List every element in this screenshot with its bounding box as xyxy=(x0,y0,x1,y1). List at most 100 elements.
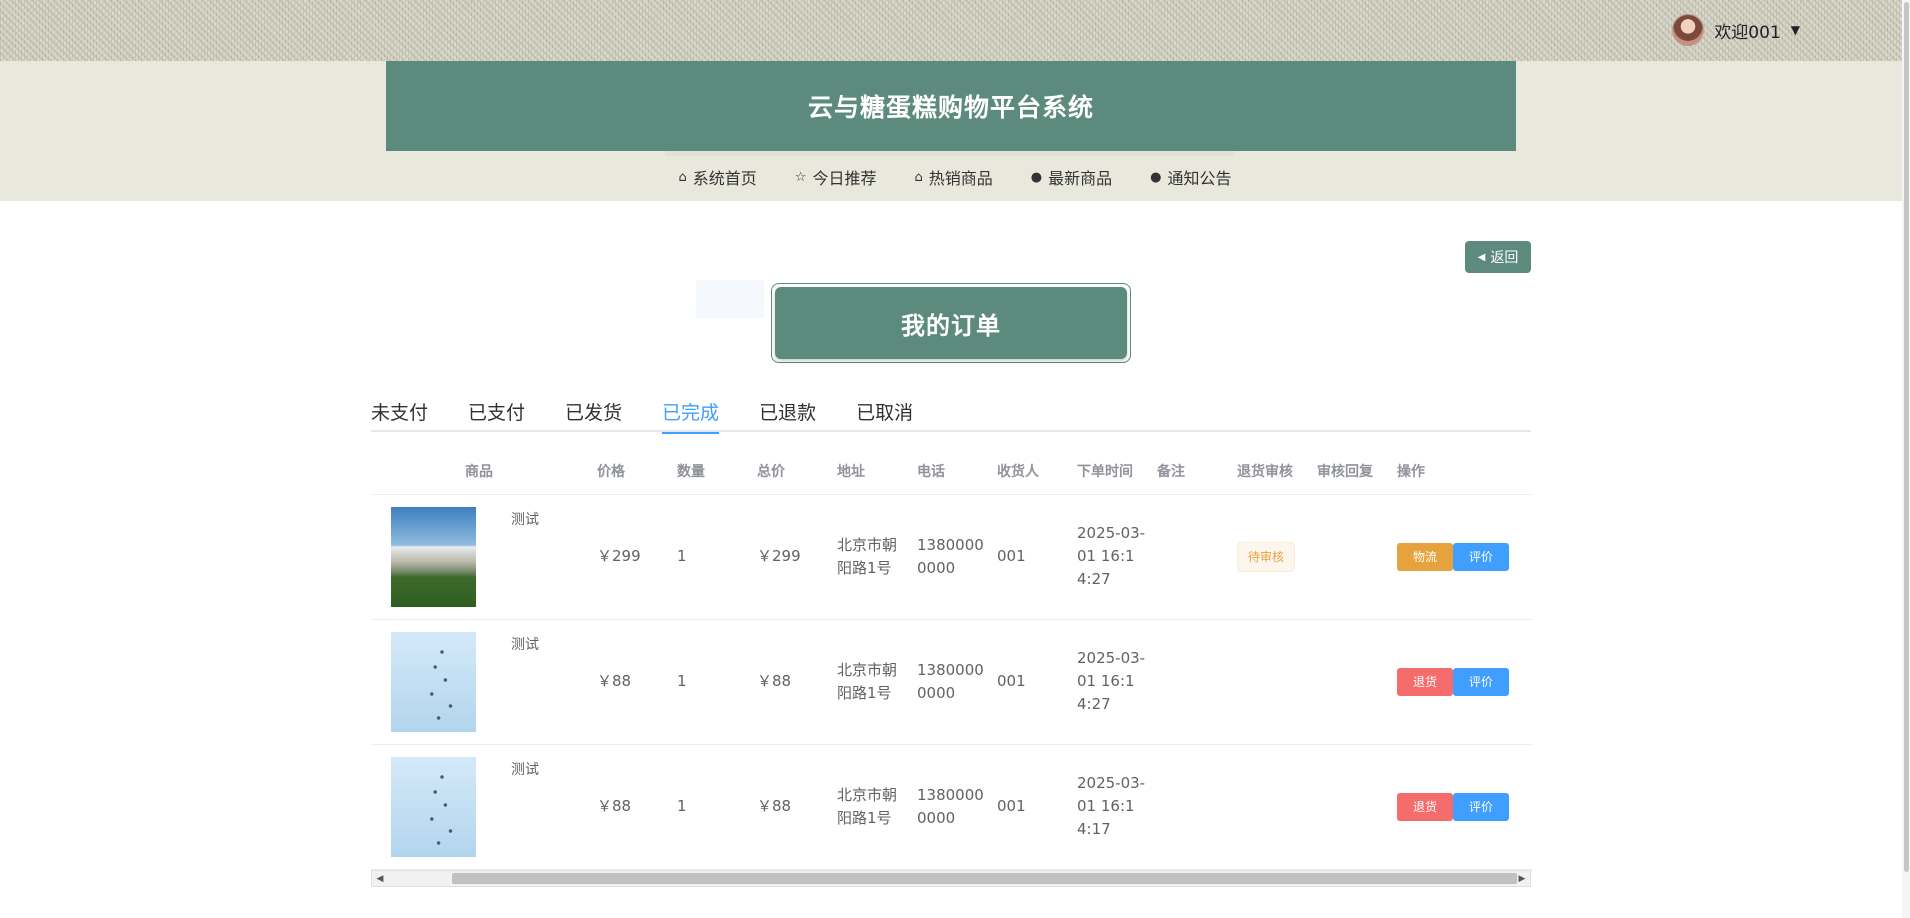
welcome-text[interactable]: 欢迎001 xyxy=(1714,18,1780,43)
nav-label: 系统首页 xyxy=(692,169,757,188)
table-row: 测试 ￥299 1 ￥299 北京市朝阳路1号 13800000000 001 … xyxy=(371,494,1533,620)
actions-cell: 退货 评价 xyxy=(1387,744,1533,870)
price-cell: ￥88 xyxy=(587,744,667,870)
tab-paid[interactable]: 已支付 xyxy=(468,398,525,432)
order-tabs: 未支付 已支付 已发货 已完成 已退款 已取消 xyxy=(371,398,1531,434)
total-cell: ￥88 xyxy=(747,619,827,745)
top-bar xyxy=(0,0,1910,61)
return-button[interactable]: 退货 xyxy=(1397,792,1453,821)
address-cell: 北京市朝阳路1号 xyxy=(827,619,907,745)
ghost-overlay xyxy=(696,280,764,318)
scroll-left-icon[interactable]: ◀ xyxy=(372,871,388,886)
product-name: 测试 xyxy=(511,761,539,778)
title-banner: 云与糖蛋糕购物平台系统 xyxy=(386,61,1516,151)
goods-cell: 测试 xyxy=(371,494,587,620)
table-header: 商品 价格 数量 总价 地址 电话 收货人 下单时间 备注 退货审核 审核回复 … xyxy=(371,448,1533,495)
review-button[interactable]: 评价 xyxy=(1453,667,1509,696)
address-cell: 北京市朝阳路1号 xyxy=(827,494,907,620)
col-header: 审核回复 xyxy=(1307,448,1387,495)
reply-cell xyxy=(1307,744,1387,870)
nav-label: 今日推荐 xyxy=(812,169,877,188)
scrollbar-thumb[interactable] xyxy=(452,873,1517,884)
section-title-frame: 我的订单 xyxy=(771,283,1131,363)
audit-cell xyxy=(1227,744,1307,870)
status-badge: 待审核 xyxy=(1237,541,1296,572)
actions-cell: 物流 评价 xyxy=(1387,494,1533,620)
review-button[interactable]: 评价 xyxy=(1453,542,1509,571)
col-header: 电话 xyxy=(907,448,987,495)
reply-cell xyxy=(1307,494,1387,620)
back-button[interactable]: ◀ 返回 xyxy=(1465,241,1531,273)
nav-recommend[interactable]: ☆ 今日推荐 xyxy=(795,163,877,191)
product-image[interactable] xyxy=(391,631,476,732)
qty-cell: 1 xyxy=(667,744,747,870)
review-button[interactable]: 评价 xyxy=(1453,792,1509,821)
total-cell: ￥299 xyxy=(747,494,827,620)
back-label: 返回 xyxy=(1490,250,1519,266)
chevron-down-icon[interactable]: ▼ xyxy=(1791,23,1800,37)
site-title: 云与糖蛋糕购物平台系统 xyxy=(807,93,1094,122)
info-icon: ● xyxy=(1030,169,1043,185)
receiver-cell: 001 xyxy=(987,744,1067,870)
horizontal-scrollbar[interactable]: ◀ ▶ xyxy=(371,870,1531,887)
nav-new[interactable]: ● 最新商品 xyxy=(1031,163,1112,191)
time-cell: 2025-03-01 16:14:17 xyxy=(1067,744,1147,870)
tab-shipped[interactable]: 已发货 xyxy=(565,398,622,432)
col-header: 数量 xyxy=(667,448,747,495)
bag-icon: ⌂ xyxy=(914,169,923,185)
receiver-cell: 001 xyxy=(987,494,1067,620)
nav-label: 热销商品 xyxy=(928,169,993,188)
col-header: 地址 xyxy=(827,448,907,495)
return-button[interactable]: 退货 xyxy=(1397,667,1453,696)
col-header: 价格 xyxy=(587,448,667,495)
col-header: 备注 xyxy=(1147,448,1227,495)
goods-cell: 测试 xyxy=(371,744,587,870)
note-cell xyxy=(1147,494,1227,620)
col-header: 退货审核 xyxy=(1227,448,1307,495)
section-title-box: 我的订单 xyxy=(775,287,1127,359)
home-icon: ⌂ xyxy=(678,169,687,185)
price-cell: ￥88 xyxy=(587,619,667,745)
product-name: 测试 xyxy=(511,636,539,653)
col-header: 总价 xyxy=(747,448,827,495)
time-cell: 2025-03-01 16:14:27 xyxy=(1067,494,1147,620)
nav-hot[interactable]: ⌂ 热销商品 xyxy=(914,163,992,191)
table-row: 测试 ￥88 1 ￥88 北京市朝阳路1号 13800000000 001 20… xyxy=(371,619,1533,745)
table-row: 测试 ￥88 1 ￥88 北京市朝阳路1号 13800000000 001 20… xyxy=(371,744,1533,870)
main-nav: ⌂ 系统首页 ☆ 今日推荐 ⌂ 热销商品 ● 最新商品 ● 通知公告 xyxy=(0,163,1910,191)
nav-home[interactable]: ⌂ 系统首页 xyxy=(679,163,757,191)
total-cell: ￥88 xyxy=(747,744,827,870)
vertical-scrollbar[interactable] xyxy=(1902,0,1910,918)
scrollbar-thumb[interactable] xyxy=(1904,2,1909,872)
nav-notice[interactable]: ● 通知公告 xyxy=(1150,163,1231,191)
col-header: 下单时间 xyxy=(1067,448,1147,495)
logistics-button[interactable]: 物流 xyxy=(1397,542,1453,571)
product-image[interactable] xyxy=(391,506,476,607)
col-header: 操作 xyxy=(1387,448,1533,495)
tab-completed[interactable]: 已完成 xyxy=(662,398,720,434)
nav-label: 通知公告 xyxy=(1167,169,1232,188)
tab-unpaid[interactable]: 未支付 xyxy=(371,398,428,432)
star-icon: ☆ xyxy=(794,169,807,185)
avatar[interactable] xyxy=(1672,14,1705,46)
caret-left-icon: ◀ xyxy=(1477,251,1486,263)
note-cell xyxy=(1147,744,1227,870)
qty-cell: 1 xyxy=(667,619,747,745)
address-cell: 北京市朝阳路1号 xyxy=(827,744,907,870)
phone-cell: 13800000000 xyxy=(907,494,987,620)
qty-cell: 1 xyxy=(667,494,747,620)
scroll-right-icon[interactable]: ▶ xyxy=(1514,871,1530,886)
receiver-cell: 001 xyxy=(987,619,1067,745)
orders-table: 商品 价格 数量 总价 地址 电话 收货人 下单时间 备注 退货审核 审核回复 … xyxy=(371,448,1533,872)
note-cell xyxy=(1147,619,1227,745)
product-name: 测试 xyxy=(511,511,539,528)
question-icon: ● xyxy=(1150,169,1162,185)
actions-cell: 退货 评价 xyxy=(1387,619,1533,745)
tab-cancelled[interactable]: 已取消 xyxy=(856,398,913,432)
tab-refunded[interactable]: 已退款 xyxy=(759,398,816,432)
audit-cell xyxy=(1227,619,1307,745)
time-cell: 2025-03-01 16:14:27 xyxy=(1067,619,1147,745)
reply-cell xyxy=(1307,619,1387,745)
product-image[interactable] xyxy=(391,756,476,857)
user-menu[interactable]: 欢迎001 ▼ xyxy=(1672,14,1800,46)
